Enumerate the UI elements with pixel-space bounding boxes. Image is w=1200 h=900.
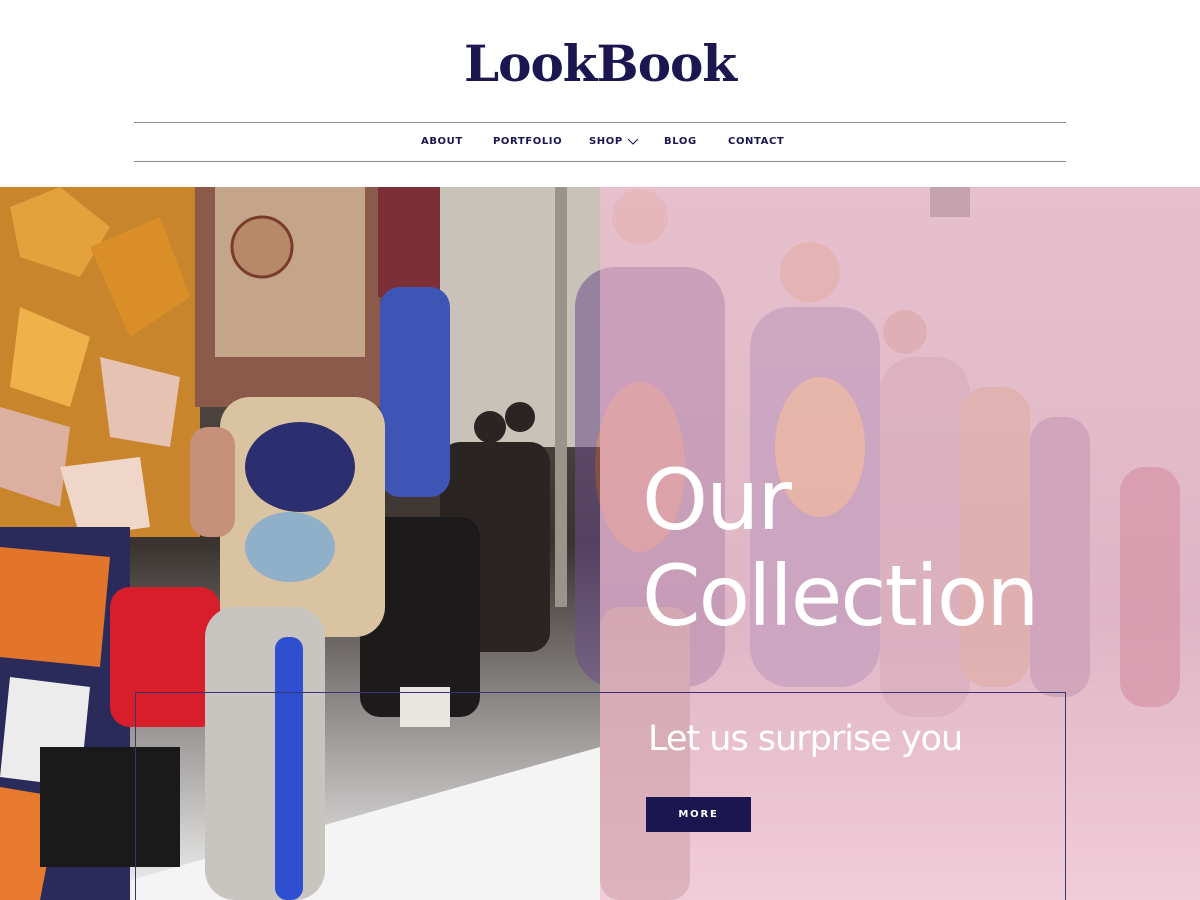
nav-item-shop[interactable]: SHOP (589, 136, 639, 147)
chevron-down-icon (627, 136, 639, 146)
nav-item-contact[interactable]: CONTACT (728, 136, 784, 147)
hero-title-line2: Collection (642, 547, 1039, 645)
site-logo[interactable]: LookBook (0, 34, 1200, 93)
site-header: LookBook ABOUT PORTFOLIO SHOP BLOG CONTA… (0, 0, 1200, 187)
nav-item-shop-label: SHOP (589, 136, 623, 147)
hero-subtitle: Let us surprise you (648, 719, 963, 759)
main-nav: ABOUT PORTFOLIO SHOP BLOG CONTACT (134, 122, 1066, 162)
nav-item-about[interactable]: ABOUT (421, 136, 463, 147)
more-button[interactable]: MORE (646, 797, 751, 832)
hero-banner: Our Collection Let us surprise you MORE (0, 187, 1200, 900)
nav-item-portfolio[interactable]: PORTFOLIO (493, 136, 562, 147)
hero-title: Our Collection (642, 451, 1039, 645)
nav-item-blog[interactable]: BLOG (664, 136, 697, 147)
hero-title-line1: Our (642, 451, 792, 549)
